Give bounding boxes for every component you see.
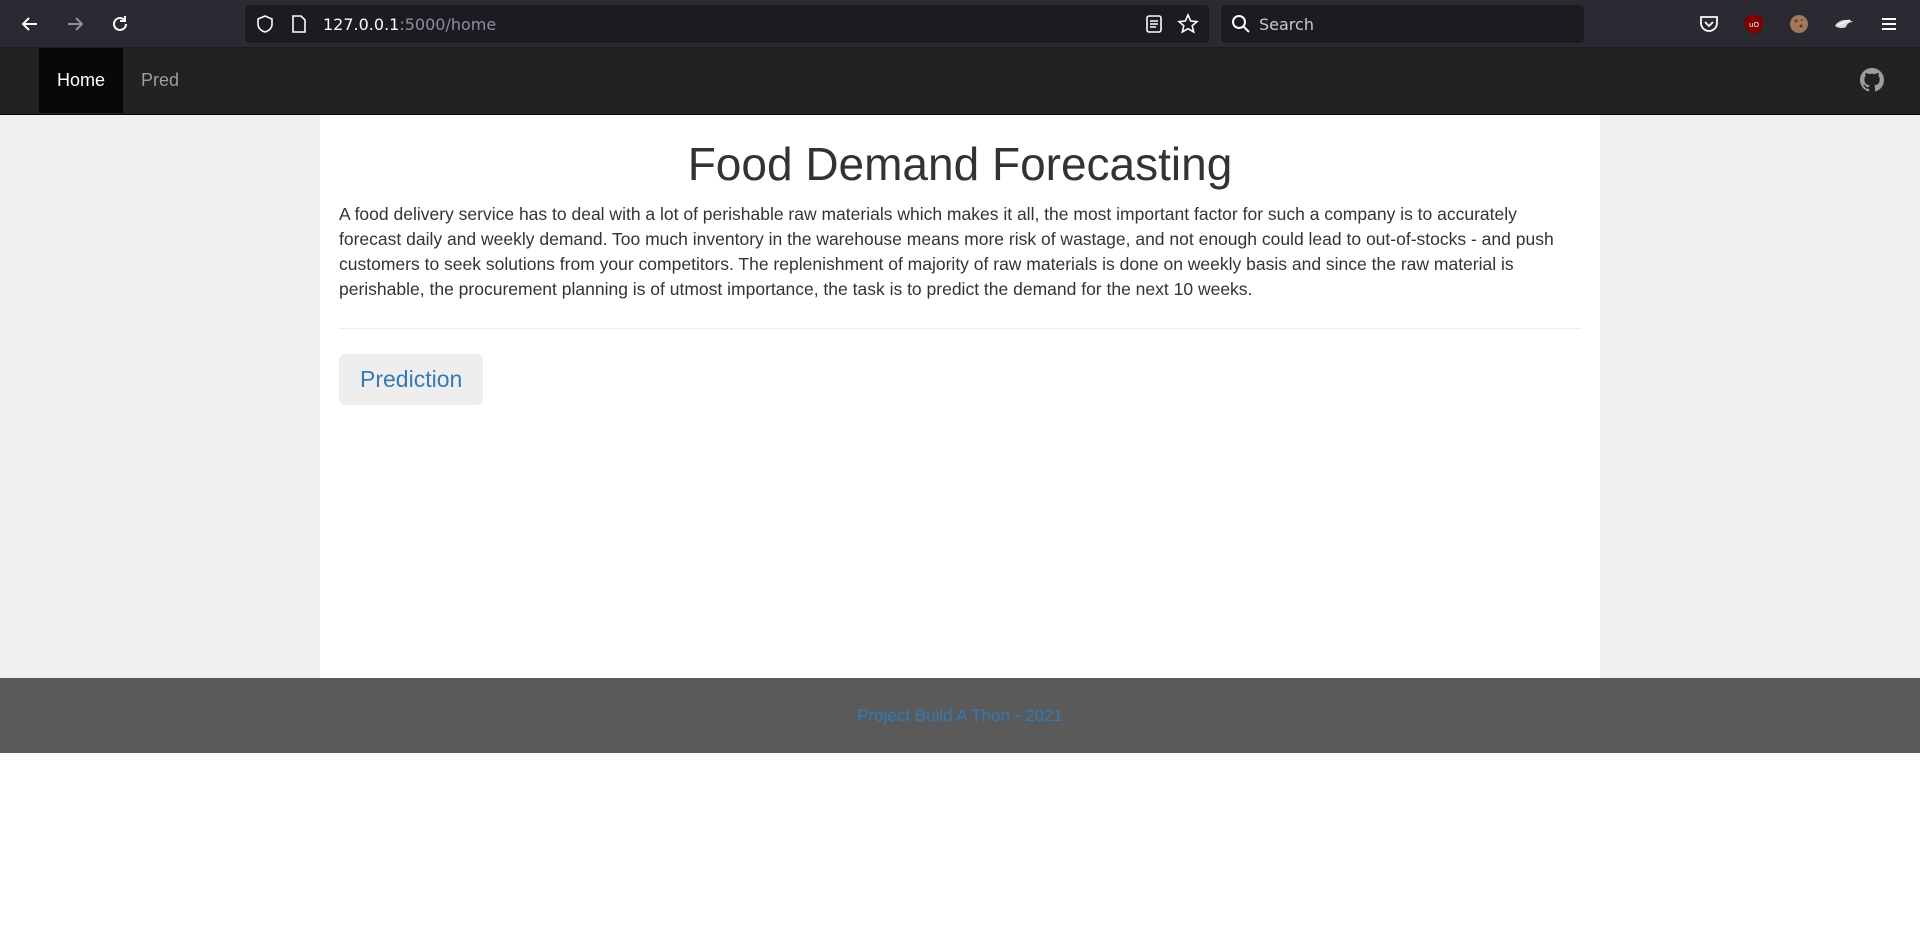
url-path: :5000/home [399, 15, 497, 34]
reader-view-icon[interactable] [1145, 14, 1163, 34]
url-text[interactable]: 127.0.0.1:5000/home [323, 15, 496, 34]
hamburger-menu-icon[interactable] [1877, 12, 1901, 36]
page-description: A food delivery service has to deal with… [339, 204, 1554, 300]
browser-toolbar: 127.0.0.1:5000/home Search uO [0, 0, 1920, 48]
divider [339, 328, 1581, 330]
cookie-extension-icon[interactable] [1787, 12, 1811, 36]
back-button[interactable] [16, 10, 44, 38]
prediction-button[interactable]: Prediction [339, 354, 484, 406]
pocket-icon[interactable] [1697, 12, 1721, 36]
back-arrow-icon [21, 17, 37, 31]
bookmark-star-icon[interactable] [1177, 13, 1199, 35]
nav-item-pred-label: Pred [141, 70, 180, 90]
reload-button[interactable] [106, 10, 134, 38]
search-bar[interactable]: Search [1221, 5, 1584, 43]
nav-item-pred[interactable]: Pred [123, 48, 197, 113]
reload-icon [113, 16, 127, 31]
search-icon [1232, 15, 1250, 33]
url-host: 127.0.0.1 [323, 15, 400, 34]
svg-text:uO: uO [1749, 21, 1759, 29]
nav-item-home[interactable]: Home [39, 48, 123, 113]
footer: Project Build A Thon - 2021 [0, 678, 1920, 753]
page-icon[interactable] [290, 14, 308, 34]
footer-link[interactable]: Project Build A Thon - 2021 [857, 706, 1063, 726]
main-container: Food Demand Forecasting A food delivery … [320, 115, 1600, 678]
github-icon[interactable] [1860, 68, 1884, 92]
forward-arrow-icon [68, 17, 84, 31]
forward-button[interactable] [61, 10, 89, 38]
shield-icon[interactable] [255, 14, 275, 34]
search-placeholder: Search [1259, 15, 1314, 34]
nav-item-home-label: Home [57, 70, 106, 90]
site-navbar: Home Pred [0, 48, 1920, 115]
ublock-origin-icon[interactable]: uO [1742, 12, 1766, 36]
url-bar[interactable]: 127.0.0.1:5000/home [245, 5, 1209, 43]
extension-icon[interactable] [1832, 12, 1856, 36]
page-title: Food Demand Forecasting [687, 138, 1233, 190]
